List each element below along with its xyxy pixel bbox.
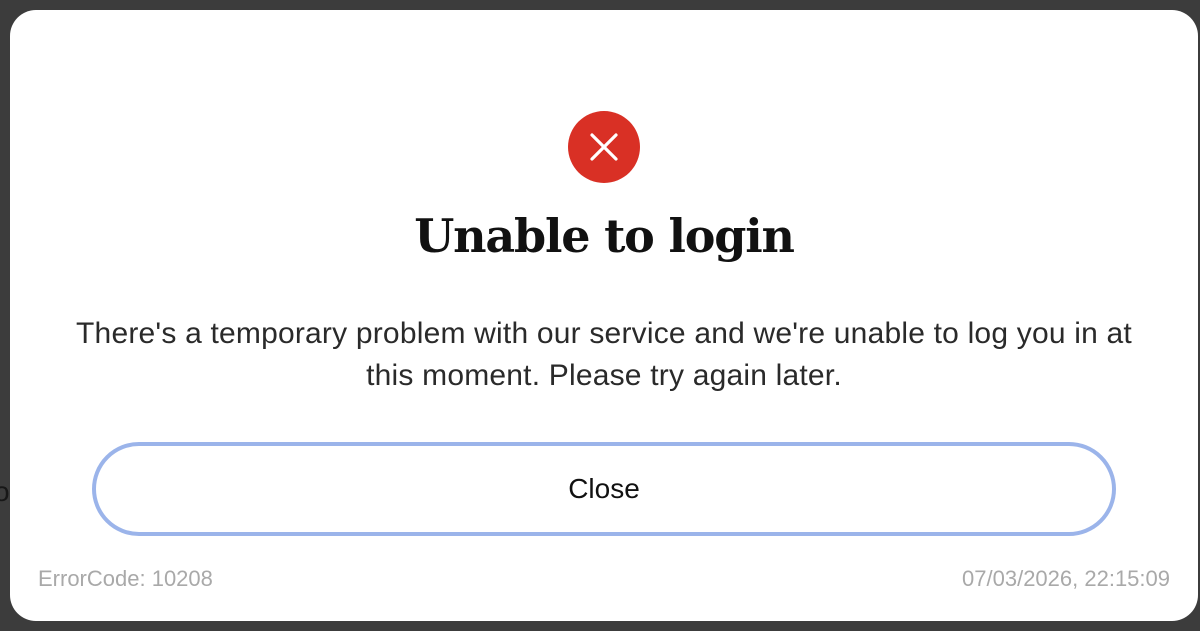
error-x-circle-icon (568, 111, 640, 183)
error-code-label: ErrorCode: 10208 (38, 566, 213, 591)
dialog-title: Unable to login (414, 209, 795, 263)
timestamp-label: 07/03/2026, 22:15:09 (962, 566, 1170, 591)
dialog-message: There's a temporary problem with our ser… (76, 317, 1132, 392)
background-text-fragment: o (0, 476, 10, 507)
page-backdrop: o Unable to login There's a temporary pr… (0, 0, 1200, 631)
close-button[interactable]: Close (92, 442, 1116, 536)
error-dialog: Unable to login There's a temporary prob… (10, 10, 1198, 621)
